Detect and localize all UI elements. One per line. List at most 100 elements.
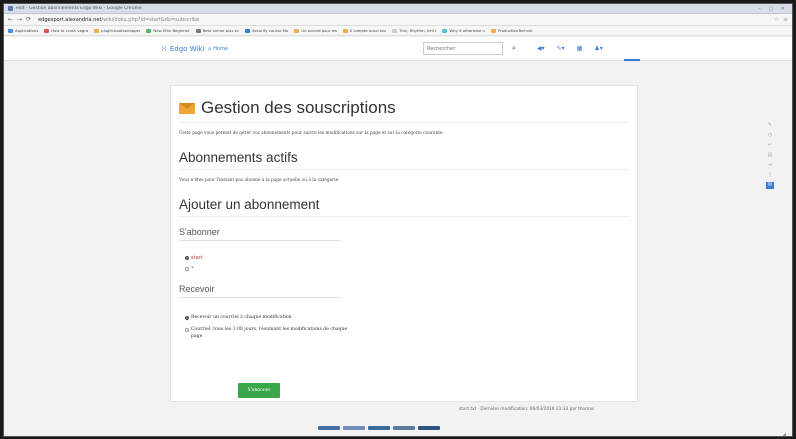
bookmark-label: Un accord pour les xyxy=(301,28,337,33)
bookmark-item[interactable]: Security course Mo xyxy=(245,28,288,33)
page-footer: start.txt · Dernière modification: 06/03… xyxy=(459,407,594,412)
home-link[interactable]: ⌂ Home xyxy=(208,46,228,52)
page-title: Gestion des souscriptions xyxy=(201,98,396,117)
active-subscriptions-heading: Abonnements actifs xyxy=(179,150,629,170)
bookmark-label: Beta anime plus ec xyxy=(202,28,240,33)
wiki-name: Edgo Wiki xyxy=(169,44,205,53)
intro-text: Cette page vous permet de gérer vos abon… xyxy=(179,131,444,136)
radio-unselected[interactable] xyxy=(185,267,189,271)
bookmark-folder-icon xyxy=(44,28,50,33)
bookmark-label: New Elite Beginner xyxy=(153,28,190,33)
window-title: edit - Gestion abonnements Edgo Wiki - G… xyxy=(16,6,142,11)
main-content: Gestion des souscriptions Cette page vou… xyxy=(170,85,638,402)
user-icon[interactable]: ♟▾ xyxy=(594,45,602,52)
add-subscription-heading: Ajouter un abonnement xyxy=(179,197,629,217)
receive-label: Recevoir xyxy=(179,284,341,298)
export-icon[interactable]: ⇥ xyxy=(768,162,772,169)
bookmark-folder-icon xyxy=(342,28,348,33)
active-subscriptions-text: Vous n'êtes pour l'instant pas abonné à … xyxy=(179,178,339,183)
page-header: Gestion des souscriptions xyxy=(179,98,629,123)
title-bar: edit - Gestion abonnements Edgo Wiki - G… xyxy=(4,4,792,14)
bookmark-item[interactable]: plugin:bootswrapper xyxy=(94,28,140,33)
donate-badge[interactable] xyxy=(343,426,365,430)
subscribe-icon[interactable]: ✉ xyxy=(766,182,774,189)
bookmark-item[interactable]: ProductionTechnik xyxy=(490,28,533,33)
bookmark-folder-icon xyxy=(195,28,201,33)
active-tab-indicator xyxy=(624,59,640,61)
receive-option-every[interactable]: Recevoir un courriel à chaque modificati… xyxy=(185,314,355,321)
search-icon[interactable]: ⌕ xyxy=(512,44,516,53)
reload-icon[interactable]: ⟳ xyxy=(26,16,31,23)
radio-unselected[interactable] xyxy=(185,328,189,332)
bookmark-item[interactable]: New Elite Beginner xyxy=(146,28,190,33)
bookmark-folder-icon xyxy=(392,28,398,33)
bookmark-label: Why it otherwise n xyxy=(449,28,485,33)
window-controls[interactable]: – ▢ ✕ xyxy=(758,6,788,12)
receive-option-digest[interactable]: Courriel, tous les 1.00 jours, résumant … xyxy=(185,326,355,340)
bookmark-label: plugin:bootswrapper xyxy=(101,28,141,33)
wiki-tools: ◀▾ ✎▾ ▦ ♟▾ xyxy=(537,45,603,52)
bookmark-item[interactable]: Thin, Rhythm, hell f xyxy=(392,28,436,33)
bookmark-item[interactable]: Beta anime plus ec xyxy=(195,28,240,33)
license-badge[interactable] xyxy=(318,426,340,430)
footer-badges xyxy=(318,426,440,430)
subscribe-label: S'abonner xyxy=(179,227,341,241)
recent-changes-icon[interactable]: ◀▾ xyxy=(537,45,545,52)
resize-grip-icon[interactable]: ◢ xyxy=(782,432,786,436)
back-icon[interactable]: ← xyxy=(8,16,13,23)
subscribe-option-label: start xyxy=(191,255,203,261)
favicon-icon xyxy=(8,6,13,11)
page-tools-sidebar: ✎ ◷ ↩ ▤ ⇥ ▯ ✉ xyxy=(766,122,774,189)
envelope-icon xyxy=(179,102,195,114)
bookmark-item[interactable]: Applications xyxy=(8,28,38,33)
dokuwiki-badge[interactable] xyxy=(418,426,440,430)
bookmark-star-icon[interactable]: ☆ xyxy=(774,16,779,23)
bookmark-item[interactable]: How to crash vagra xyxy=(44,28,88,33)
bookmark-folder-icon xyxy=(490,28,496,33)
bookmark-label: Thin, Rhythm, hell f xyxy=(399,28,437,33)
bookmark-label: Il compte aussi tou xyxy=(349,28,387,33)
url-path: /wiki/doku.php?id=start&do=subscribe xyxy=(101,16,200,23)
php-badge[interactable] xyxy=(368,426,390,430)
search-input[interactable] xyxy=(423,42,503,55)
subscribe-option-label: * xyxy=(191,266,194,272)
subscribe-option-page[interactable]: start xyxy=(185,255,629,261)
bookmark-label: ProductionTechnik xyxy=(497,28,533,33)
home-icon: ⌂ xyxy=(208,45,212,52)
bookmark-item[interactable]: Why it otherwise n xyxy=(442,28,485,33)
radio-selected[interactable] xyxy=(185,256,189,260)
bookmark-item[interactable]: Il compte aussi tou xyxy=(342,28,387,33)
subscribe-button[interactable]: S'abonner xyxy=(238,383,280,398)
bookmark-folder-icon xyxy=(8,28,13,33)
url-field[interactable]: edgexport.alexandria.net/wiki/doku.php?i… xyxy=(35,15,769,24)
history-icon[interactable]: ◷ xyxy=(768,132,772,139)
bookmarks-bar: Applications How to crash vagra plugin:boo… xyxy=(4,26,792,36)
receive-option-label: Courriel, tous les 1.00 jours, résumant … xyxy=(191,327,348,339)
grid-icon[interactable]: ▦ xyxy=(577,45,583,52)
revisions-icon[interactable]: ▤ xyxy=(768,152,773,159)
bookmark-item[interactable]: Un accord pour les xyxy=(294,28,337,33)
bookmark-folder-icon xyxy=(146,28,152,33)
forward-icon[interactable]: → xyxy=(17,16,22,23)
subscribe-option-namespace[interactable]: * xyxy=(185,266,629,272)
browser-window: edit - Gestion abonnements Edgo Wiki - G… xyxy=(3,3,793,437)
bookmark-folder-icon xyxy=(94,28,100,33)
wiki-logo-icon: ⁙ xyxy=(161,44,167,53)
bookmark-folder-icon xyxy=(245,28,251,33)
wiki-navbar: ⁙ Edgo Wiki ⌂ Home ⌕ ◀▾ ✎▾ ▦ ♟▾ xyxy=(4,37,792,61)
pdf-icon[interactable]: ▯ xyxy=(769,172,772,179)
tools-wrench-icon[interactable]: ✎▾ xyxy=(557,45,565,52)
menu-icon[interactable]: ≡ xyxy=(783,16,788,23)
home-label: Home xyxy=(213,45,228,52)
bookmark-label: Security course Mo xyxy=(252,28,289,33)
wiki-brand[interactable]: ⁙ Edgo Wiki xyxy=(161,45,204,53)
bookmark-label: Applications xyxy=(15,28,39,33)
bookmark-folder-icon xyxy=(294,28,300,33)
receive-option-label: Recevoir un courriel à chaque modificati… xyxy=(191,315,292,320)
radio-selected[interactable] xyxy=(185,316,189,320)
html5-badge[interactable] xyxy=(393,426,415,430)
backlinks-icon[interactable]: ↩ xyxy=(768,142,772,149)
url-host: edgexport.alexandria.net xyxy=(38,16,102,23)
footer-info: start.txt · Dernière modification: 06/03… xyxy=(459,407,595,412)
edit-icon[interactable]: ✎ xyxy=(768,122,772,129)
